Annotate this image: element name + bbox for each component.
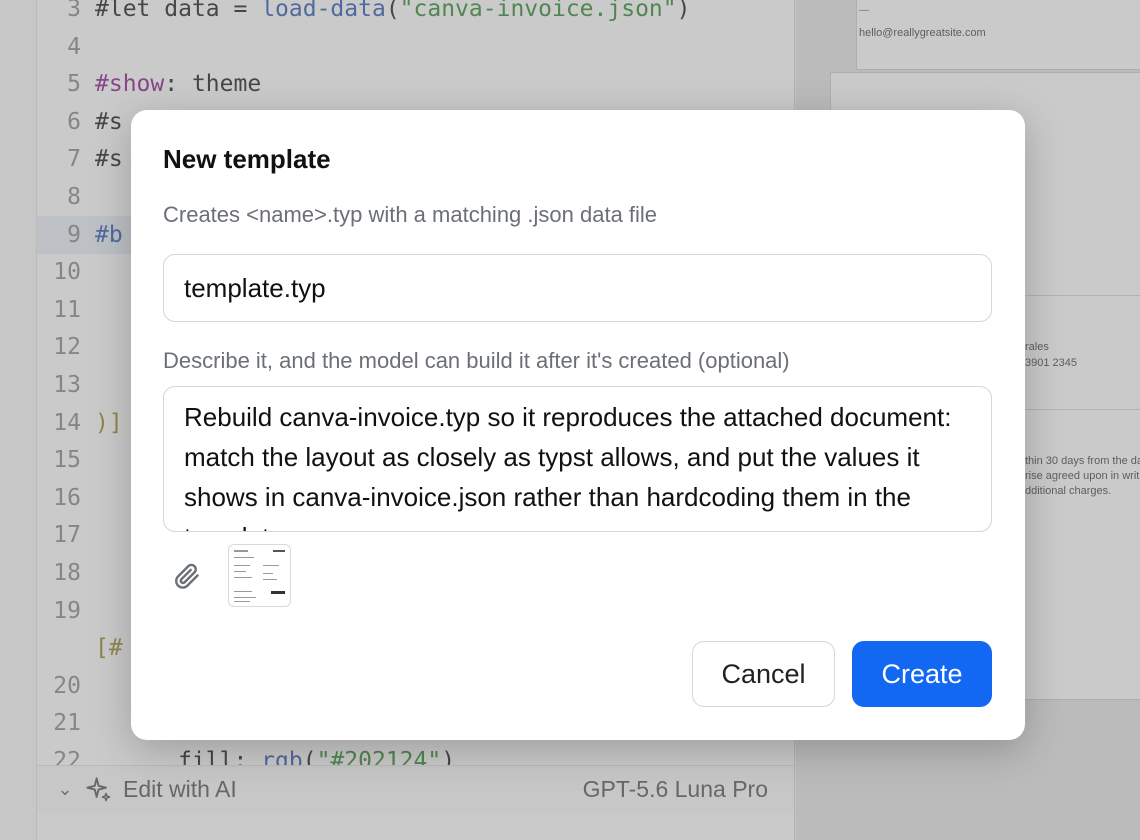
attach-button[interactable] <box>169 558 205 594</box>
attachment-thumbnail[interactable] <box>228 544 291 607</box>
cancel-button[interactable]: Cancel <box>692 641 835 707</box>
dialog-subtitle: Creates <name>.typ with a matching .json… <box>163 202 658 227</box>
paperclip-icon <box>175 563 199 589</box>
new-template-dialog: New template Creates <name>.typ with a m… <box>131 110 1025 740</box>
template-name-input[interactable] <box>163 254 992 322</box>
description-label: Describe it, and the model can build it … <box>163 348 790 373</box>
dialog-title: New template <box>163 144 331 174</box>
description-textarea[interactable]: Rebuild canva-invoice.typ so it reproduc… <box>163 386 992 532</box>
create-button[interactable]: Create <box>852 641 992 707</box>
app-window: 3 #let data = load-data("canva-invoice.js… <box>0 0 1140 840</box>
